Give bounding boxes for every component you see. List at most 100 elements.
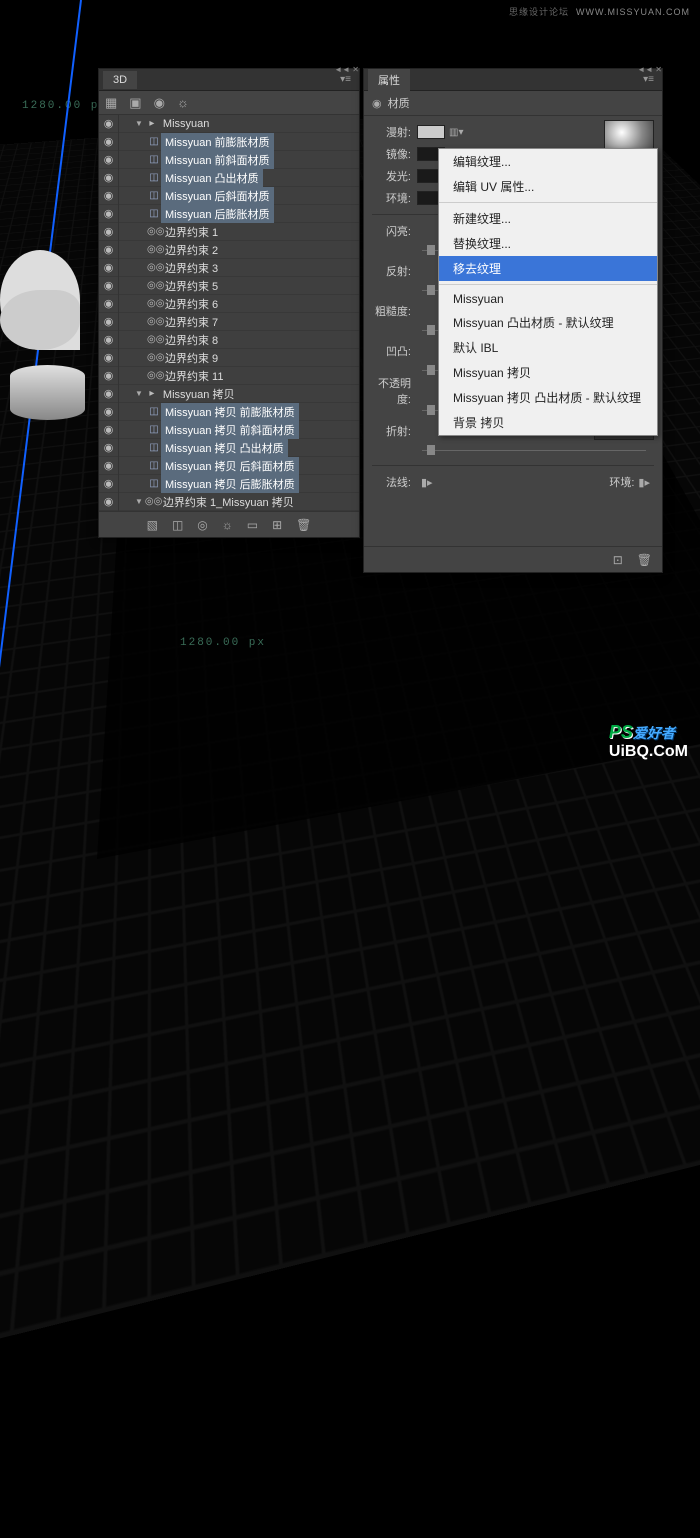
menu-item[interactable]: 编辑纹理... (439, 149, 657, 174)
visibility-icon[interactable]: ◉ (99, 403, 119, 421)
visibility-icon[interactable]: ◉ (99, 367, 119, 385)
material-icon: ◫ (147, 208, 161, 219)
layer-row[interactable]: ◉◎边界约束 11 (99, 367, 359, 385)
env-folder-icon[interactable]: ▮▸ (634, 476, 654, 489)
layer-row[interactable]: ◉◎边界约束 2 (99, 241, 359, 259)
refract-slider[interactable] (372, 443, 654, 459)
visibility-icon[interactable]: ◉ (99, 457, 119, 475)
footer-new-icon[interactable]: ⊞ (272, 518, 282, 532)
visibility-icon[interactable]: ◉ (99, 277, 119, 295)
visibility-icon[interactable]: ◉ (99, 421, 119, 439)
disclosure-arrow[interactable]: ▼ (133, 389, 145, 398)
menu-item[interactable]: 移去纹理 (439, 256, 657, 281)
visibility-icon[interactable]: ◉ (99, 169, 119, 187)
material-icon: ◉ (372, 97, 382, 110)
filter-light-icon[interactable]: ☼ (177, 95, 189, 110)
visibility-icon[interactable]: ◉ (99, 313, 119, 331)
menu-item[interactable]: 编辑 UV 属性... (439, 174, 657, 199)
diffuse-texture-icon[interactable]: ▥▾ (445, 127, 467, 138)
layer-row[interactable]: ◉◎边界约束 1 (99, 223, 359, 241)
layer-row[interactable]: ◉◫Missyuan 拷贝 前膨胀材质 (99, 403, 359, 421)
filter-scene-icon[interactable]: ▦ (105, 95, 117, 111)
layer-row[interactable]: ◉◫Missyuan 后斜面材质 (99, 187, 359, 205)
layer-label: 边界约束 2 (161, 242, 218, 258)
menu-item[interactable]: 替换纹理... (439, 231, 657, 256)
layer-row[interactable]: ◉◫Missyuan 后膨胀材质 (99, 205, 359, 223)
footer-sphere-icon[interactable]: ◎ (197, 518, 207, 532)
footer-render-icon[interactable]: ▭ (247, 518, 258, 532)
visibility-icon[interactable]: ◉ (99, 241, 119, 259)
filter-material-icon[interactable]: ◉ (154, 95, 165, 111)
visibility-icon[interactable]: ◉ (99, 493, 119, 511)
visibility-icon[interactable]: ◉ (99, 223, 119, 241)
visibility-icon[interactable]: ◉ (99, 133, 119, 151)
menu-item[interactable]: 默认 IBL (439, 335, 657, 360)
layer-row[interactable]: ◉◫Missyuan 凸出材质 (99, 169, 359, 187)
layer-list[interactable]: ◉▼▸Missyuan◉◫Missyuan 前膨胀材质◉◫Missyuan 前斜… (99, 115, 359, 511)
footer-delete-icon[interactable]: 🗑 (296, 518, 311, 532)
diffuse-swatch[interactable] (417, 125, 445, 139)
layer-row[interactable]: ◉◎边界约束 9 (99, 349, 359, 367)
layer-row[interactable]: ◉▼▸Missyuan (99, 115, 359, 133)
layer-label: 边界约束 8 (161, 332, 218, 348)
normal-folder-icon[interactable]: ▮▸ (417, 476, 437, 489)
footer-cube-icon[interactable]: ◫ (172, 518, 183, 532)
footer-light-icon[interactable]: ☼ (222, 518, 233, 532)
panel-collapse-icon[interactable]: ◄◄ ✕ (334, 65, 359, 74)
menu-item[interactable]: Missyuan (439, 288, 657, 310)
layer-row[interactable]: ◉◫Missyuan 拷贝 前斜面材质 (99, 421, 359, 439)
panel-menu-icon[interactable]: ▾≡ (336, 72, 355, 87)
visibility-icon[interactable]: ◉ (99, 331, 119, 349)
layer-row[interactable]: ◉◫Missyuan 拷贝 凸出材质 (99, 439, 359, 457)
dimension-label: 1280.00 px (180, 637, 266, 649)
disclosure-arrow[interactable]: ▼ (133, 497, 145, 506)
layer-row[interactable]: ◉▼◎边界约束 1_Missyuan 拷贝 (99, 493, 359, 511)
visibility-icon[interactable]: ◉ (99, 115, 119, 133)
filter-mesh-icon[interactable]: ▣ (129, 95, 141, 111)
panel-collapse-icon[interactable]: ◄◄ ✕ (637, 65, 662, 74)
layer-row[interactable]: ◉◎边界约束 7 (99, 313, 359, 331)
visibility-icon[interactable]: ◉ (99, 259, 119, 277)
footer-new-icon[interactable]: ⊡ (613, 553, 623, 567)
layer-label: Missyuan 拷贝 (159, 386, 235, 402)
layer-label: 边界约束 1 (161, 224, 218, 240)
tab-properties[interactable]: 属性 (368, 69, 410, 91)
visibility-icon[interactable]: ◉ (99, 475, 119, 493)
visibility-icon[interactable]: ◉ (99, 205, 119, 223)
menu-item[interactable]: Missyuan 拷贝 凸出材质 - 默认纹理 (439, 385, 657, 410)
menu-item[interactable]: Missyuan 拷贝 (439, 360, 657, 385)
visibility-icon[interactable]: ◉ (99, 439, 119, 457)
layer-row[interactable]: ◉◫Missyuan 拷贝 后斜面材质 (99, 457, 359, 475)
menu-item[interactable]: 新建纹理... (439, 206, 657, 231)
layer-row[interactable]: ◉◎边界约束 3 (99, 259, 359, 277)
layer-label: Missyuan 拷贝 凸出材质 (161, 439, 288, 457)
footer-delete-icon[interactable]: 🗑 (637, 553, 652, 567)
visibility-icon[interactable]: ◉ (99, 151, 119, 169)
bump-label: 凹凸: (372, 343, 417, 359)
tab-3d[interactable]: 3D (103, 71, 137, 89)
layer-row[interactable]: ◉◫Missyuan 前斜面材质 (99, 151, 359, 169)
3d-object-preview (0, 250, 95, 420)
disclosure-arrow[interactable]: ▼ (133, 119, 145, 128)
menu-item[interactable]: 背景 拷贝 (439, 410, 657, 435)
layer-row[interactable]: ◉◎边界约束 5 (99, 277, 359, 295)
layer-label: 边界约束 7 (161, 314, 218, 330)
footer-pict-icon[interactable]: ▧ (147, 518, 158, 532)
constraint-icon: ◎ (147, 262, 161, 273)
visibility-icon[interactable]: ◉ (99, 295, 119, 313)
layer-row[interactable]: ◉◎边界约束 6 (99, 295, 359, 313)
visibility-icon[interactable]: ◉ (99, 349, 119, 367)
panel-3d-footer: ▧ ◫ ◎ ☼ ▭ ⊞ 🗑 (99, 511, 359, 537)
visibility-icon[interactable]: ◉ (99, 385, 119, 403)
panel-menu-icon[interactable]: ▾≡ (639, 72, 658, 87)
menu-item[interactable]: Missyuan 凸出材质 - 默认纹理 (439, 310, 657, 335)
layer-row[interactable]: ◉▼▸Missyuan 拷贝 (99, 385, 359, 403)
layer-row[interactable]: ◉◎边界约束 8 (99, 331, 359, 349)
visibility-icon[interactable]: ◉ (99, 187, 119, 205)
shine-label: 闪亮: (372, 223, 417, 239)
layer-row[interactable]: ◉◫Missyuan 前膨胀材质 (99, 133, 359, 151)
layer-row[interactable]: ◉◫Missyuan 拷贝 后膨胀材质 (99, 475, 359, 493)
material-icon: ◫ (147, 424, 161, 435)
mesh-icon: ▸ (145, 118, 159, 129)
constraint-icon: ◎ (147, 280, 161, 291)
